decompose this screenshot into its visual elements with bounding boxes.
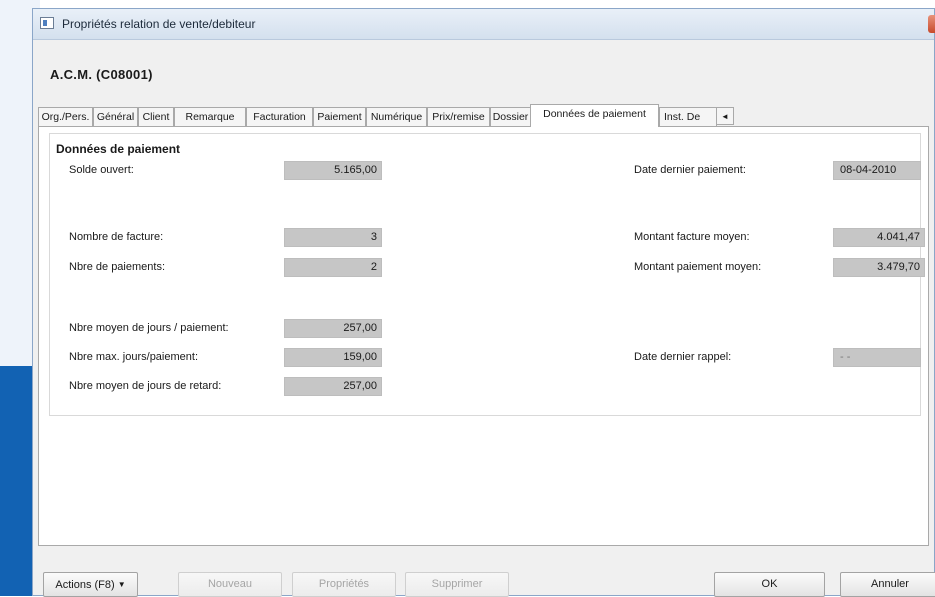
tab-facturation[interactable]: Facturation (246, 107, 313, 126)
properties-dialog: Propriétés relation de vente/debiteur A.… (32, 8, 935, 597)
nbre-moyen-jours-retard-label: Nbre moyen de jours de retard: (69, 380, 222, 392)
tab-donnees-de-paiement[interactable]: Données de paiement (530, 104, 659, 127)
tab-panel (38, 126, 929, 546)
actions-button[interactable]: Actions (F8) ▼ (43, 572, 138, 597)
date-dernier-rappel-field: - - (833, 348, 921, 367)
montant-facture-moyen-label: Montant facture moyen: (634, 231, 750, 243)
date-dernier-rappel-label: Date dernier rappel: (634, 351, 732, 363)
close-icon[interactable] (928, 15, 935, 33)
tab-paiement[interactable]: Paiement (313, 107, 366, 126)
payment-data-group (49, 133, 921, 416)
annuler-button[interactable]: Annuler (840, 572, 935, 597)
nouveau-button[interactable]: Nouveau (178, 572, 282, 597)
nbre-moyen-jours-paiement-field: 257,00 (284, 319, 382, 338)
nbre-max-jours-paiement-field: 159,00 (284, 348, 382, 367)
ok-button[interactable]: OK (714, 572, 825, 597)
window-title: Propriétés relation de vente/debiteur (62, 17, 256, 31)
actions-label: Actions (F8) (55, 579, 115, 591)
solde-ouvert-field: 5.165,00 (284, 161, 382, 180)
nombre-facture-label: Nombre de facture: (69, 231, 164, 243)
tab-numerique[interactable]: Numérique (366, 107, 427, 126)
supprimer-button[interactable]: Supprimer (405, 572, 509, 597)
tab-prix-remise[interactable]: Prix/remise (427, 107, 490, 126)
date-dernier-paiement-label: Date dernier paiement: (634, 164, 746, 176)
chevron-down-icon: ▼ (117, 580, 126, 589)
montant-facture-moyen-field: 4.041,47 (833, 228, 925, 247)
window-icon (40, 17, 54, 29)
nbre-paiements-field: 2 (284, 258, 382, 277)
nbre-max-jours-paiement-label: Nbre max. jours/paiement: (69, 351, 198, 363)
montant-paiement-moyen-field: 3.479,70 (833, 258, 925, 277)
proprietes-button[interactable]: Propriétés (292, 572, 396, 597)
nbre-moyen-jours-paiement-label: Nbre moyen de jours / paiement: (69, 322, 229, 334)
tab-general[interactable]: Général (93, 107, 138, 126)
solde-ouvert-label: Solde ouvert: (69, 164, 134, 176)
tab-client[interactable]: Client (138, 107, 174, 126)
tab-dossier[interactable]: Dossier (490, 107, 531, 126)
nbre-moyen-jours-retard-field: 257,00 (284, 377, 382, 396)
tab-org-pers[interactable]: Org./Pers. (38, 107, 93, 126)
tab-inst-de[interactable]: Inst. De (659, 107, 717, 126)
date-dernier-paiement-field: 08-04-2010 (833, 161, 921, 180)
tab-bar: Org./Pers. Général Client Remarque Factu… (38, 104, 932, 127)
montant-paiement-moyen-label: Montant paiement moyen: (634, 261, 762, 273)
customer-heading: A.C.M. (C08001) (50, 67, 153, 82)
group-title: Données de paiement (56, 142, 181, 156)
nbre-paiements-label: Nbre de paiements: (69, 261, 165, 273)
tab-remarque[interactable]: Remarque (174, 107, 246, 126)
nombre-facture-field: 3 (284, 228, 382, 247)
arrow-left-icon[interactable]: ◄ (716, 107, 734, 125)
title-bar[interactable]: Propriétés relation de vente/debiteur (33, 9, 935, 40)
